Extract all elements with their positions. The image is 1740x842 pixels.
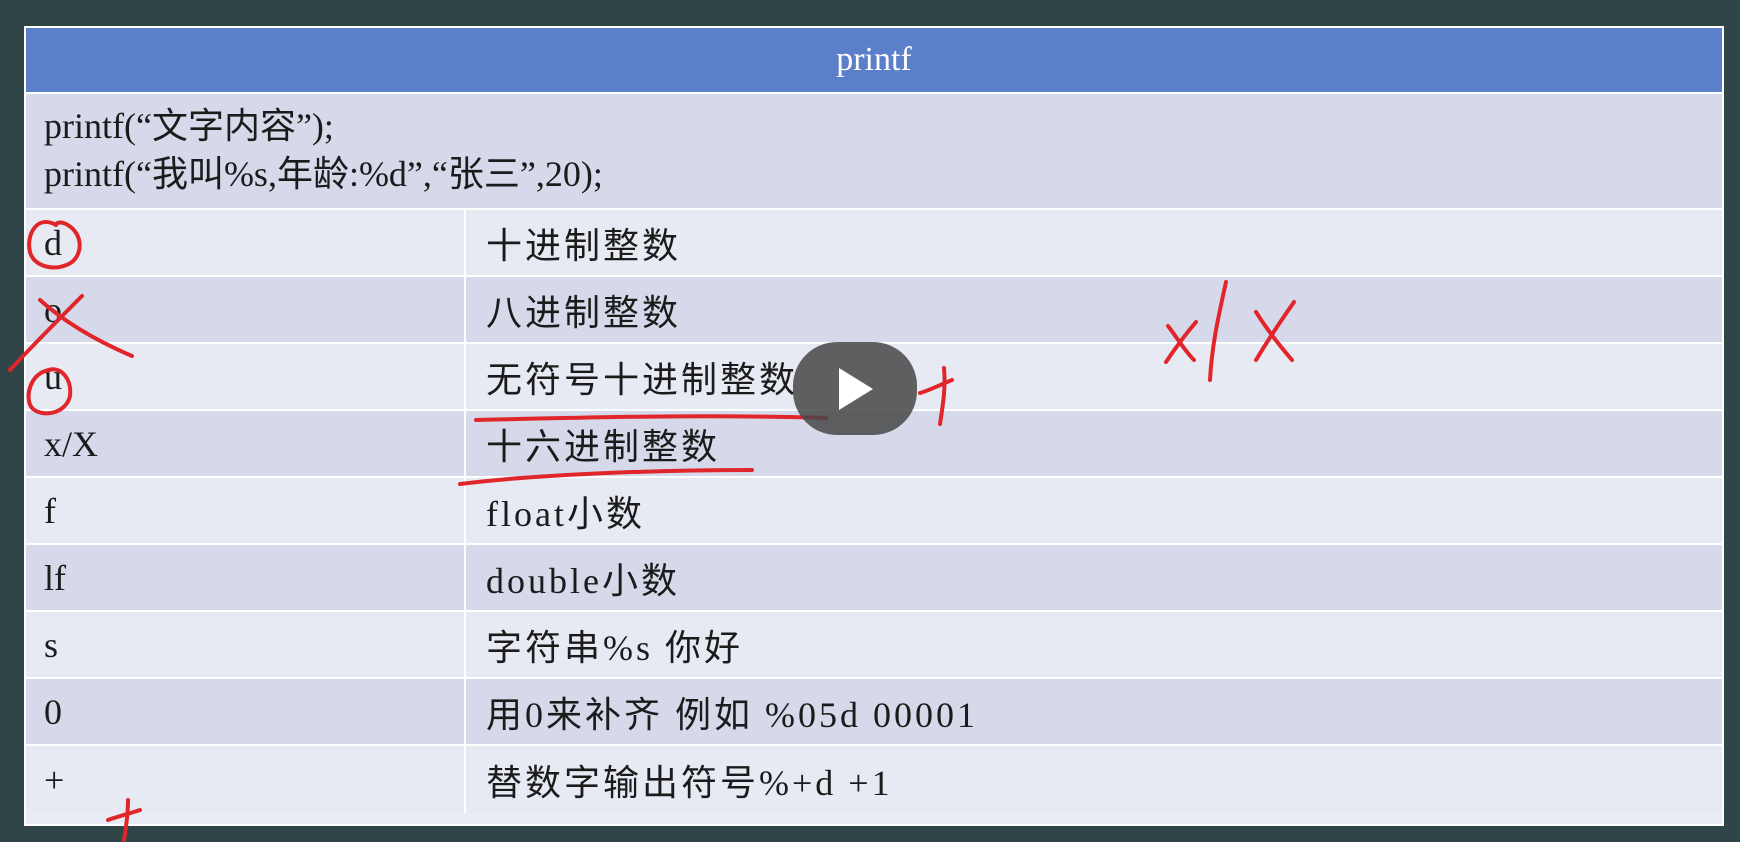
table-row: f float小数	[26, 478, 1722, 545]
intro-code: printf(“文字内容”); printf(“我叫%s,年龄:%d”,“张三”…	[26, 94, 1722, 210]
format-description: double小数	[486, 560, 680, 601]
format-description: float小数	[486, 493, 645, 534]
play-button[interactable]	[793, 342, 917, 435]
intro-line-2: printf(“我叫%s,年龄:%d”,“张三”,20);	[44, 154, 603, 194]
table-title: printf	[26, 28, 1722, 94]
format-specifier: s	[26, 612, 466, 677]
table-row: d 十进制整数	[26, 210, 1722, 277]
format-description: 十进制整数	[486, 225, 682, 266]
format-specifier: lf	[26, 545, 466, 610]
play-icon	[839, 367, 873, 410]
format-specifier: x/X	[26, 411, 466, 476]
format-description: 无符号十进制整数	[486, 359, 799, 400]
format-description: 八进制整数	[486, 292, 682, 333]
intro-line-1: printf(“文字内容”);	[44, 106, 334, 146]
format-specifier: o	[26, 277, 466, 342]
format-description: 字符串%s 你好	[486, 627, 743, 668]
format-description: 替数字输出符号%+d +1	[486, 762, 893, 803]
table-row: s 字符串%s 你好	[26, 612, 1722, 679]
format-specifier: +	[26, 746, 466, 813]
format-specifier: d	[26, 210, 466, 275]
format-specifier: f	[26, 478, 466, 543]
table-row: 0 用0来补齐 例如 %05d 00001	[26, 679, 1722, 746]
format-description: 十六进制整数	[486, 426, 721, 467]
table-row: o 八进制整数	[26, 277, 1722, 344]
table-row: lf double小数	[26, 545, 1722, 612]
format-description: 用0来补齐 例如 %05d 00001	[486, 694, 978, 735]
format-specifier: u	[26, 344, 466, 409]
table-row: + 替数字输出符号%+d +1	[26, 746, 1722, 813]
format-specifier: 0	[26, 679, 466, 744]
